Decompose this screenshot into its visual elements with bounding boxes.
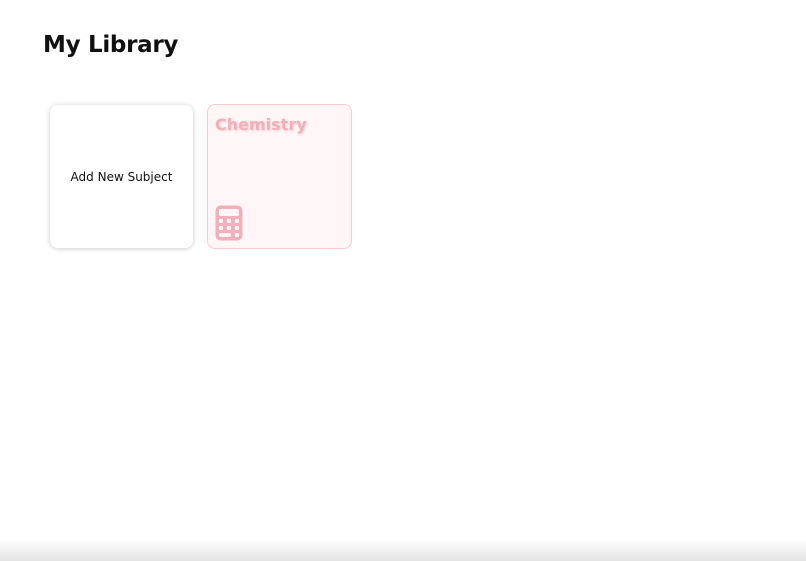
bottom-edge-shadow	[0, 539, 806, 561]
subject-grid: Add New Subject Chemistry	[50, 104, 352, 249]
subject-title: Chemistry	[215, 115, 307, 134]
page-title: My Library	[43, 32, 179, 58]
add-subject-card[interactable]: Add New Subject	[50, 105, 193, 248]
subject-card-chemistry[interactable]: Chemistry	[207, 104, 352, 249]
add-subject-label: Add New Subject	[70, 169, 173, 184]
library-page: My Library Add New Subject Chemistry	[0, 0, 806, 561]
calculator-icon	[215, 205, 243, 241]
